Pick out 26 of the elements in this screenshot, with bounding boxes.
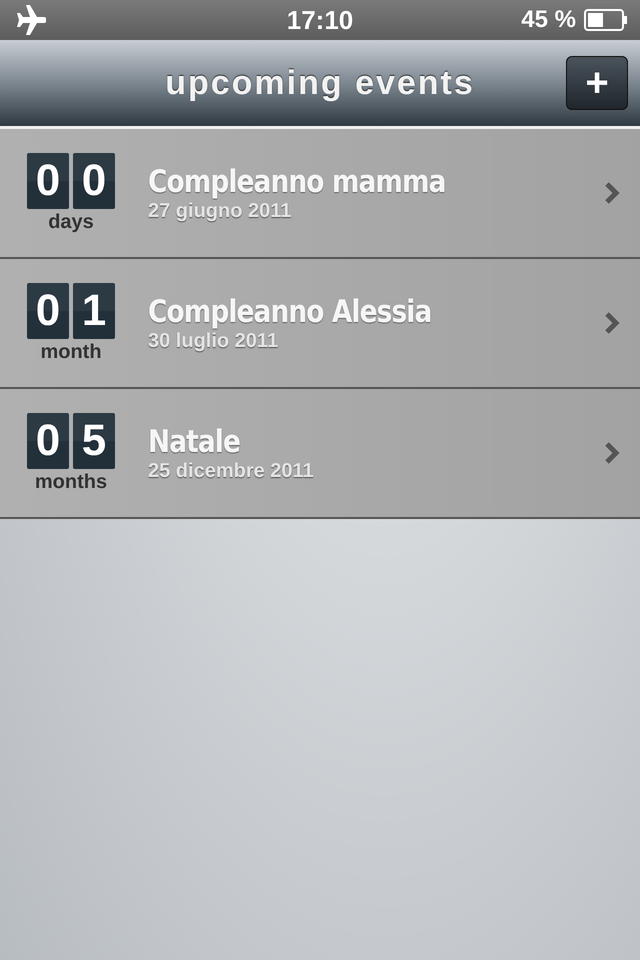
flip-digit: 0: [27, 412, 69, 468]
flip-digit: 0: [73, 152, 115, 208]
flip-digit: 0: [27, 152, 69, 208]
event-name: Natale: [148, 424, 242, 460]
nav-title: upcoming events: [165, 64, 475, 102]
chevron-icon: [604, 441, 620, 465]
battery-icon: [584, 9, 628, 31]
event-row[interactable]: 0 0 days Compleanno mamma 27 giugno 2011: [0, 129, 640, 259]
event-date: 25 dicembre 2011: [148, 460, 315, 482]
event-row[interactable]: 0 5 months Natale 25 dicembre 2011: [0, 389, 640, 519]
event-row[interactable]: 0 1 month Compleanno Alessia 30 luglio 2011: [0, 259, 640, 389]
event-name: Compleanno Alessia: [148, 294, 432, 330]
event-name: Compleanno mamma: [148, 164, 447, 200]
flip-digit: 5: [73, 412, 115, 468]
countdown-unit: days: [48, 210, 94, 234]
battery-percent: 45 %: [521, 6, 576, 34]
status-time: 17:10: [286, 4, 354, 36]
chevron-icon: [604, 181, 620, 205]
flip-digit: 1: [73, 282, 115, 338]
event-date: 27 giugno 2011: [148, 200, 292, 222]
countdown-unit: months: [34, 470, 108, 494]
countdown-unit: month: [40, 340, 102, 364]
add-button[interactable]: +: [566, 56, 628, 110]
event-date: 30 luglio 2011: [148, 330, 280, 352]
chevron-icon: [604, 311, 620, 335]
flip-digit: 0: [27, 282, 69, 338]
